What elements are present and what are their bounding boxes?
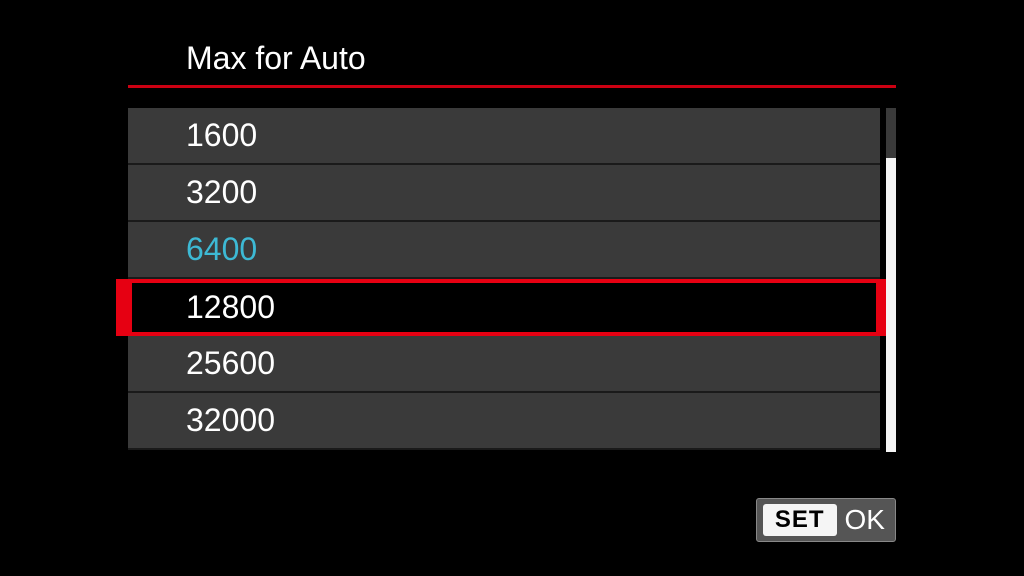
options-list[interactable]: 160032006400128002560032000: [128, 108, 880, 450]
footer-hint: SET OK: [756, 498, 896, 542]
list-item[interactable]: 3200: [128, 165, 880, 222]
list-item[interactable]: 25600: [128, 336, 880, 393]
set-button[interactable]: SET: [763, 504, 837, 536]
title-underline: [128, 85, 896, 88]
page-title: Max for Auto: [128, 40, 896, 85]
scrollbar-thumb[interactable]: [886, 158, 896, 452]
list-item[interactable]: 12800: [128, 279, 880, 336]
list-item[interactable]: 32000: [128, 393, 880, 450]
ok-label: OK: [845, 504, 885, 536]
list-item[interactable]: 6400: [128, 222, 880, 279]
options-list-container: 160032006400128002560032000: [128, 108, 896, 450]
menu-screen: Max for Auto 160032006400128002560032000: [128, 40, 896, 450]
list-item[interactable]: 1600: [128, 108, 880, 165]
scrollbar-track[interactable]: [886, 108, 896, 452]
